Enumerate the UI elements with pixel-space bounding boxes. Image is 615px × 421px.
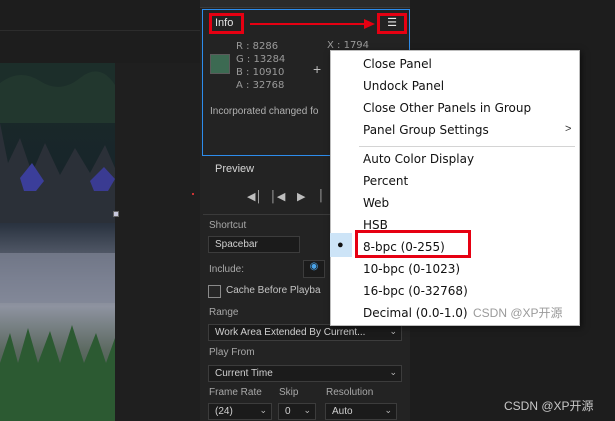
play-from-label: Play From (209, 347, 255, 358)
shortcut-select[interactable]: Spacebar (208, 236, 300, 253)
alpha-value: A : 32768 (236, 80, 285, 91)
skip-value: 0 (285, 406, 291, 417)
green-value: G : 13284 (236, 54, 286, 65)
menu-item-decimal[interactable]: Decimal (0.0-1.0) (363, 306, 468, 320)
range-value: Work Area Extended By Current... (215, 327, 366, 338)
anchor-marker (192, 193, 194, 195)
hamburger-icon: ☰ (387, 17, 397, 29)
play-from-value: Current Time (215, 368, 273, 379)
watermark: CSDN @XP开源 (504, 399, 594, 413)
menu-item-10bpc[interactable]: 10-bpc (0-1023) (363, 262, 460, 276)
first-frame-icon[interactable]: ◀│ (247, 190, 262, 203)
previous-frame-icon[interactable]: │◀ (270, 190, 285, 203)
next-frame-icon[interactable]: │ (318, 190, 325, 202)
menu-item-auto-color-display[interactable]: Auto Color Display (363, 152, 474, 166)
frame-rate-select[interactable]: (24) ⌄ (208, 403, 272, 420)
include-label: Include: (209, 264, 245, 275)
menu-item-percent[interactable]: Percent (363, 174, 408, 188)
chevron-down-icon: ⌄ (384, 405, 392, 415)
viewer-background (115, 63, 200, 421)
tab-info-label: Info (215, 17, 234, 29)
cache-checkbox[interactable] (208, 285, 221, 298)
panel-menu-button[interactable]: ☰ (377, 13, 407, 34)
chevron-down-icon: ⌄ (389, 367, 397, 377)
composition-image (0, 63, 115, 421)
range-label: Range (209, 307, 239, 318)
blue-value: B : 10910 (236, 67, 285, 78)
menu-item-undock-panel[interactable]: Undock Panel (363, 79, 444, 93)
divider (0, 30, 200, 31)
submenu-arrow-icon: > (565, 123, 572, 135)
menu-item-web[interactable]: Web (363, 196, 389, 210)
chevron-down-icon: ⌄ (303, 405, 311, 415)
cache-label: Cache Before Playba (226, 285, 321, 296)
shortcut-value: Spacebar (215, 239, 258, 250)
skip-select[interactable]: 0 ⌄ (278, 403, 316, 420)
menu-item-close-panel[interactable]: Close Panel (363, 57, 432, 71)
resolution-value: Auto (332, 406, 353, 417)
viewer-toolbar-area (0, 0, 200, 63)
range-select[interactable]: Work Area Extended By Current... ⌄ (208, 324, 402, 341)
chevron-down-icon: ⌄ (259, 405, 267, 415)
bullet-icon: ● (337, 239, 344, 251)
shortcut-label: Shortcut (209, 220, 247, 231)
skip-label: Skip (279, 387, 299, 398)
resolution-select[interactable]: Auto ⌄ (325, 403, 397, 420)
menu-item-16bpc[interactable]: 16-bpc (0-32768) (363, 284, 468, 298)
play-icon[interactable]: ▶ (297, 190, 305, 203)
resolution-label: Resolution (326, 387, 374, 398)
eye-icon[interactable]: ◉ (303, 260, 325, 278)
tab-info[interactable]: Info (209, 13, 244, 34)
menu-item-close-other-panels[interactable]: Close Other Panels in Group (363, 101, 531, 115)
annotation-arrow-head (364, 19, 375, 29)
composition-viewer[interactable] (0, 63, 115, 421)
top-panel-edge (200, 0, 410, 8)
annotation-arrow-line (250, 23, 366, 25)
layer-handle[interactable] (113, 211, 119, 217)
menu-item-panel-group-settings[interactable]: Panel Group Settings (363, 123, 489, 137)
app-window: Info ☰ R : 8286 G : 13284 B : 10910 A : … (0, 0, 615, 421)
crosshair-icon: + (313, 61, 322, 77)
frame-rate-label: Frame Rate (209, 387, 262, 398)
red-value: R : 8286 (236, 41, 279, 52)
info-message: Incorporated changed fo (210, 106, 319, 117)
chevron-down-icon: ⌄ (389, 326, 397, 336)
watermark: CSDN @XP开源 (473, 306, 563, 320)
preview-title: Preview (215, 163, 255, 175)
play-from-select[interactable]: Current Time ⌄ (208, 365, 402, 382)
color-swatch (210, 54, 230, 74)
menu-divider (359, 146, 575, 147)
annotation-highlight-box (355, 230, 471, 258)
color-values: R : 8286 G : 13284 B : 10910 A : 32768 (236, 40, 285, 92)
panel-context-menu: Close Panel Undock Panel Close Other Pan… (330, 50, 580, 326)
frame-rate-value: (24) (215, 406, 233, 417)
